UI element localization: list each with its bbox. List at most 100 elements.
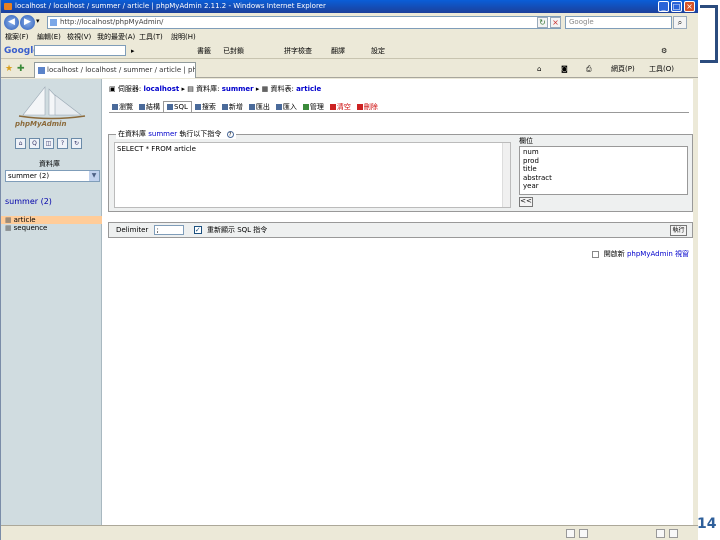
home-icon[interactable]: ⌂ — [15, 138, 26, 149]
database-select[interactable]: summer (2) ▼ — [5, 170, 100, 182]
server-icon: ▣ — [109, 85, 116, 93]
google-settings-icon[interactable]: ⚙ — [661, 43, 667, 59]
legend-db-link[interactable]: summer — [148, 130, 177, 138]
search-icon[interactable]: ⌕ — [673, 16, 687, 29]
textarea-scrollbar[interactable] — [502, 143, 510, 207]
delimiter-input[interactable]: ; — [153, 225, 184, 235]
tab-row: ★ ✚ localhost / localhost / summer / art… — [1, 60, 698, 78]
zoom-icon[interactable] — [669, 529, 678, 538]
delimiter-label: Delimiter — [116, 226, 149, 234]
main-frame: ▣ 伺服器: localhost ▸ ▤ 資料庫: summer ▸ ▦ 資料表… — [102, 79, 693, 525]
menu-tools[interactable]: 工具(T) — [139, 32, 163, 43]
server-label: 伺服器: — [117, 85, 142, 93]
separator-icon: ▸ — [255, 85, 260, 93]
close-button[interactable]: × — [684, 1, 695, 12]
google-options[interactable]: 設定 — [371, 43, 385, 59]
field-item[interactable]: num — [523, 148, 684, 157]
fields-label: 欄位 — [519, 137, 533, 145]
query-legend: 在資料庫 summer 執行以下指令 ? — [116, 130, 236, 139]
table-icon: ▦ — [5, 216, 12, 224]
feeds-icon[interactable]: ◙ — [561, 60, 568, 78]
go-button[interactable]: 執行 — [670, 225, 687, 236]
search-input[interactable]: Google — [565, 16, 672, 29]
field-item[interactable]: prod — [523, 157, 684, 166]
database-label: 資料庫 — [39, 160, 60, 168]
slide-page-number: 14 — [697, 516, 717, 532]
table-item-article[interactable]: ▦ article — [1, 216, 102, 224]
show-query-checkbox[interactable]: ✓ — [193, 226, 202, 234]
sql-text: SELECT * FROM article — [117, 145, 196, 153]
new-window-icon — [592, 250, 600, 258]
table-item-sequence[interactable]: ▦ sequence — [1, 224, 102, 232]
stop-icon[interactable]: × — [550, 17, 561, 28]
google-search-input[interactable] — [34, 45, 126, 56]
page-content: phpMyAdmin ⌂ Q ◫? ↻ 資料庫 summer (2) ▼ summer… — [1, 79, 693, 525]
favorites-star-icon[interactable]: ★ — [5, 60, 13, 78]
home-icon[interactable]: ⌂ — [537, 60, 541, 78]
menu-help[interactable]: 說明(H) — [171, 32, 196, 43]
status-protected-icon — [656, 529, 665, 538]
sidebar-icons: ⌂ Q ◫? ↻ — [15, 138, 85, 150]
google-popup-blocked[interactable]: 已封鎖 — [223, 43, 244, 59]
reload-icon[interactable]: ↻ — [71, 138, 82, 149]
maximize-button[interactable]: □ — [671, 1, 682, 12]
server-link[interactable]: localhost — [143, 85, 179, 93]
google-bookmarks[interactable]: 書籤 — [197, 43, 211, 59]
table-link[interactable]: article — [296, 85, 321, 93]
fields-list[interactable]: num prod title abstract year — [519, 146, 688, 195]
database-title-link[interactable]: summer (2) — [5, 197, 52, 206]
phpmyadmin-logo[interactable]: phpMyAdmin — [15, 85, 89, 135]
insert-field-button[interactable]: << — [519, 197, 533, 207]
slide-margin — [700, 0, 719, 540]
menu-view[interactable]: 檢視(V) — [67, 32, 91, 43]
export-icon — [248, 104, 255, 110]
tab-label: 清空 — [336, 103, 351, 111]
tools-menu[interactable]: 工具(O) — [649, 60, 674, 78]
field-item[interactable]: year — [523, 182, 684, 191]
forward-icon[interactable]: ▶ — [20, 15, 35, 30]
docs-icon[interactable]: ? — [57, 138, 68, 149]
table-label: 資料表: — [270, 85, 294, 93]
help-icon[interactable]: ? — [226, 131, 234, 138]
table-icon: ▦ — [5, 224, 12, 232]
database-link[interactable]: summer — [222, 85, 254, 93]
legend-suffix: 執行以下指令 — [179, 130, 222, 138]
table-item-label: sequence — [13, 224, 48, 232]
refresh-icon[interactable]: ↻ — [537, 17, 548, 28]
menu-edit[interactable]: 編輯(E) — [37, 32, 61, 43]
query-options: Delimiter ; ✓ 重新顯示 SQL 指令 執行 — [108, 222, 693, 238]
tab-page-icon — [38, 67, 45, 74]
chevron-down-icon: ▼ — [89, 171, 99, 181]
menu-favorites[interactable]: 我的最愛(A) — [97, 32, 135, 43]
field-item[interactable]: abstract — [523, 174, 684, 183]
google-go-icon[interactable]: ▸ — [131, 43, 135, 59]
history-dropdown-icon[interactable]: ▾ — [36, 17, 40, 25]
google-toolbar: Google ▸ 書籤 已封鎖 拼字檢查 翻譯 設定 ⚙ — [1, 43, 698, 59]
add-favorite-icon[interactable]: ✚ — [17, 60, 25, 78]
print-icon[interactable]: ⎙ — [586, 60, 592, 78]
google-translate[interactable]: 翻譯 — [331, 43, 345, 59]
field-item[interactable]: title — [523, 165, 684, 174]
browser-tab[interactable]: localhost / localhost / summer / article… — [34, 62, 196, 78]
browser-window: localhost / localhost / summer / article… — [0, 0, 698, 540]
new-window-link[interactable]: 開啟新 phpMyAdmin 視窗 — [592, 250, 689, 259]
menu-bar: 檔案(F) 編輯(E) 檢視(V) 我的最愛(A) 工具(T) 說明(H) — [1, 32, 698, 43]
tab-label: 瀏覽 — [119, 103, 133, 111]
google-spellcheck[interactable]: 拼字檢查 — [284, 43, 312, 59]
sql-textarea[interactable]: SELECT * FROM article — [114, 142, 511, 208]
sailboat-icon — [18, 86, 86, 120]
empty-icon — [329, 104, 336, 110]
table-item-label: article — [13, 216, 36, 224]
page-menu[interactable]: 網頁(P) — [611, 60, 635, 78]
back-icon[interactable]: ◀ — [4, 15, 19, 30]
separator-icon: ▸ — [181, 85, 185, 93]
tabs-divider — [109, 112, 689, 113]
query-window-icon[interactable]: ◫ — [43, 138, 54, 149]
menu-file[interactable]: 檔案(F) — [5, 32, 29, 43]
address-input[interactable]: http://localhost/phpMyAdmin/ — [47, 16, 561, 29]
table-icon: ▦ — [261, 85, 269, 93]
status-zone-icon — [566, 529, 575, 538]
minimize-button[interactable]: _ — [658, 1, 669, 12]
new-window-link-text[interactable]: phpMyAdmin 視窗 — [627, 250, 689, 258]
sql-icon[interactable]: Q — [29, 138, 40, 149]
